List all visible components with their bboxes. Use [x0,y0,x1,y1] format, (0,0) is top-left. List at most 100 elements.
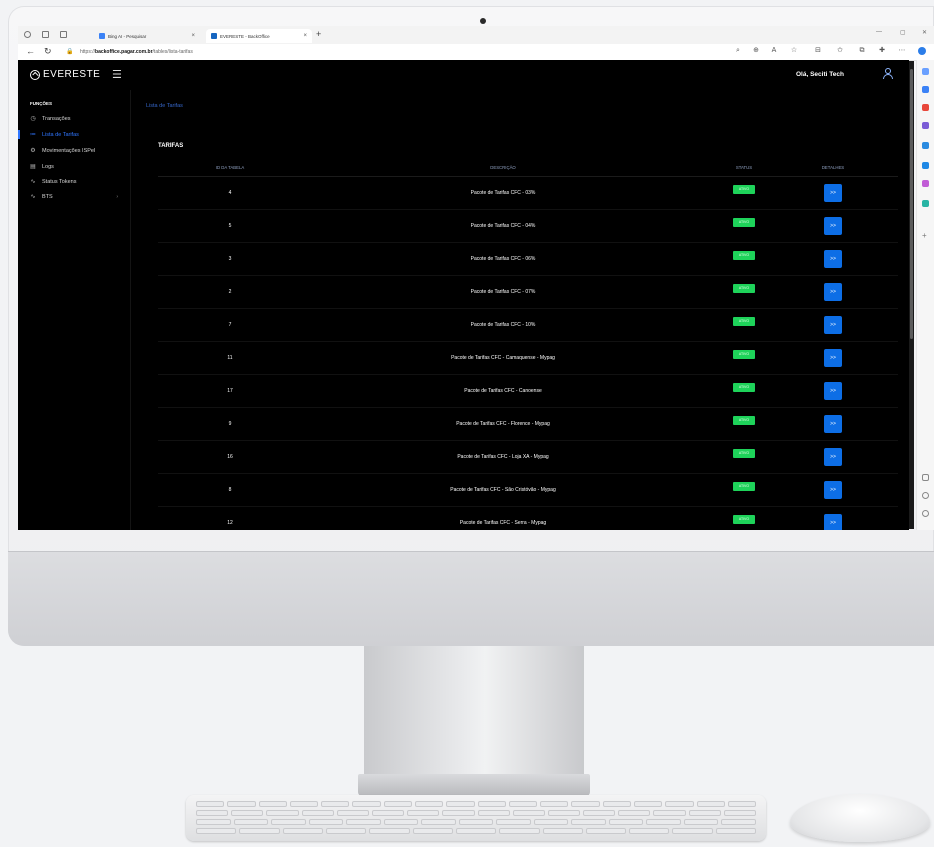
tarifas-table: ID DA TABELA DESCRIÇÃO STATUS DETALHES 4… [158,158,898,530]
cell-description: Pacote de Tarifas CFC - 04% [470,223,536,229]
read-aloud-icon[interactable]: A [770,47,778,55]
discover-icon[interactable] [922,86,929,93]
sidebar-divider [130,90,131,530]
games-icon[interactable] [922,142,929,149]
tab-bing[interactable]: Bing AI - Pesquisar × [94,29,200,43]
table-row: 9 Pacote de Tarifas CFC - Florence - Mypa… [158,408,898,441]
column-header-status[interactable]: STATUS [736,165,752,170]
designer-icon[interactable] [922,180,929,187]
column-header-id[interactable]: ID DA TABELA [216,165,245,170]
office-icon[interactable] [922,162,929,169]
list-icon: ≔ [30,132,36,138]
tools-icon[interactable] [922,122,929,129]
tab-backoffice[interactable]: EVERESTE - BackOffice × [206,29,312,43]
sidebar-item-lista-de-tarifas[interactable]: ≔ Lista de Tarifas [18,129,130,140]
sidebar-item-logs[interactable]: ▤ Logs [18,161,130,172]
details-button[interactable]: >> [824,283,842,301]
favorites-icon[interactable]: ✩ [836,47,844,55]
details-button[interactable]: >> [824,184,842,202]
cell-description: Pacote de Tarifas CFC - Serra - Mypag [459,520,547,526]
user-icon[interactable] [882,68,893,79]
settings-icon[interactable] [922,510,929,517]
app-logo[interactable]: EVERESTE [30,69,100,80]
sidebar-item-bts[interactable]: ∿ BTS › [18,191,130,202]
extensions-icon[interactable]: ✚ [878,47,886,55]
minimize-icon[interactable]: — [876,29,882,35]
status-badge: ATIVO [733,317,755,326]
table-row: 8 Pacote de Tarifas CFC - São Cristóvão -… [158,474,898,507]
sidebar-heading: FUNÇÕES [30,101,53,106]
breadcrumb[interactable]: Lista de Tarifas [146,103,183,109]
status-badge: ATIVO [733,383,755,392]
close-icon[interactable]: × [191,33,195,39]
scrollbar-thumb[interactable] [910,69,913,339]
cell-description: Pacote de Tarifas CFC - 07% [470,289,536,295]
column-header-details[interactable]: DETALHES [822,165,844,170]
status-badge: ATIVO [733,515,755,524]
details-button[interactable]: >> [824,481,842,499]
page-scrollbar[interactable] [909,61,914,529]
details-button[interactable]: >> [824,514,842,530]
close-icon[interactable]: × [303,33,307,39]
url-field[interactable]: https://backoffice.pagar.com.br/tables/l… [80,47,760,57]
window-close-icon[interactable]: ✕ [922,29,927,36]
sidebar-item-transacoes[interactable]: ◷ Transações [18,113,130,124]
cell-description: Pacote de Tarifas CFC - 03% [470,190,536,196]
details-button[interactable]: >> [824,382,842,400]
backoffice-favicon [211,33,217,39]
copilot-icon[interactable] [918,47,926,55]
collections-icon[interactable]: ⧉ [858,47,866,55]
details-button[interactable]: >> [824,217,842,235]
table-row: 5 Pacote de Tarifas CFC - 04% ATIVO >> [158,210,898,243]
search-icon[interactable] [922,68,929,75]
plus-icon[interactable]: + [922,232,929,240]
sidebar-item-label: Status Tokens [42,178,77,185]
cell-description: Pacote de Tarifas CFC - Loja XA - Mypag [457,454,549,460]
screenshot-icon[interactable] [922,492,929,499]
column-header-description[interactable]: DESCRIÇÃO [490,165,516,170]
details-button[interactable]: >> [824,349,842,367]
logo-text: EVERESTE [43,69,101,80]
zoom-icon[interactable]: ⊕ [752,47,760,55]
sidebar-item-status-tokens[interactable]: ∿ Status Tokens [18,176,130,187]
profile-icon[interactable] [24,31,31,38]
refresh-icon[interactable]: ↻ [44,46,52,57]
table-header: ID DA TABELA DESCRIÇÃO STATUS DETALHES [158,158,898,177]
sidebar-item-label: Logs [42,163,54,170]
table-row: 11 Pacote de Tarifas CFC - Camaquense - M… [158,342,898,375]
clock-icon: ◷ [30,116,36,122]
gear-icon: ⚙ [30,148,36,154]
details-button[interactable]: >> [824,448,842,466]
edge-sidebar: + [916,60,934,530]
tab-actions-icon[interactable] [60,31,67,38]
collections-icon[interactable] [42,31,49,38]
cell-description: Pacote de Tarifas CFC - 06% [470,256,536,262]
split-screen-icon[interactable]: ⊟ [814,47,822,55]
cell-id: 8 [228,487,232,493]
cell-id: 3 [228,256,232,262]
plus-icon[interactable]: + [316,29,321,39]
keyboard [186,795,766,841]
maximize-icon[interactable]: ▢ [900,29,906,36]
details-button[interactable]: >> [824,415,842,433]
back-icon[interactable]: ← [26,46,35,56]
hamburger-menu-icon[interactable]: ☰ [112,68,122,81]
sidebar-item-movimentacoes[interactable]: ⚙ Movimentações ISPel [18,145,130,156]
sidebar-toggle-icon[interactable] [922,474,929,481]
tab-title: EVERESTE - BackOffice [220,33,270,39]
webcam [480,18,486,24]
search-icon[interactable]: ⌕ [734,47,742,55]
drop-icon[interactable] [922,200,929,207]
status-badge: ATIVO [733,449,755,458]
details-button[interactable]: >> [824,250,842,268]
mountain-logo-icon [30,69,40,80]
imac-chin [8,552,934,646]
sidebar-item-label: Lista de Tarifas [42,131,79,138]
cell-id: 17 [227,388,233,394]
address-bar-row: ← ↻ 🔒 https://backoffice.pagar.com.br/ta… [18,44,934,61]
shopping-icon[interactable] [922,104,929,111]
cell-description: Pacote de Tarifas CFC - Camaquense - Myp… [451,355,555,361]
more-icon[interactable]: ⋯ [898,47,906,55]
favorite-star-icon[interactable]: ☆ [790,47,798,55]
details-button[interactable]: >> [824,316,842,334]
